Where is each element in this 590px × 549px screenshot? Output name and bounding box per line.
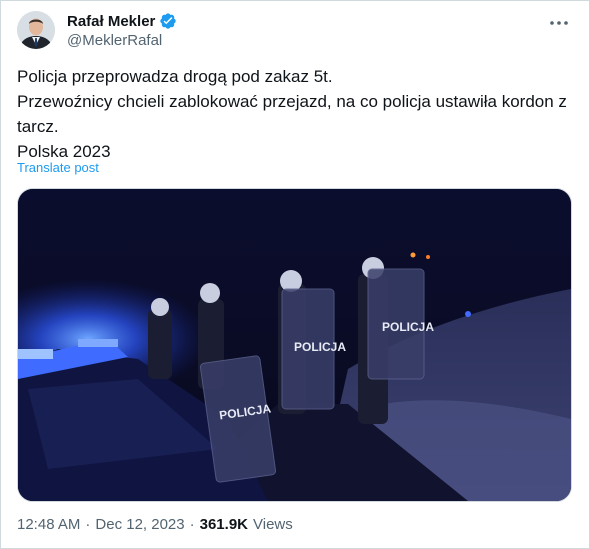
verified-badge-icon[interactable]: [159, 12, 177, 30]
shield-label: POLICJA: [294, 340, 346, 354]
views-label: Views: [253, 516, 293, 533]
avatar-image: [17, 11, 55, 49]
translate-post-link[interactable]: Translate post: [17, 160, 99, 175]
post-text: Policja przeprowadza drogą pod zakaz 5t.…: [17, 64, 573, 164]
more-options-icon[interactable]: [545, 9, 573, 37]
author-name[interactable]: Rafał Mekler: [67, 13, 155, 30]
post-media-image[interactable]: POLICJA POLICJA POLICJA: [17, 188, 572, 502]
tweet-card: Rafał Mekler @MeklerRafal Policja przepr…: [0, 0, 590, 549]
author-name-row[interactable]: Rafał Mekler: [67, 11, 177, 31]
post-time[interactable]: 12:48 AM: [17, 516, 80, 533]
shield-label: POLICJA: [382, 320, 434, 334]
author-handle[interactable]: @MeklerRafal: [67, 32, 162, 49]
meta-separator: ·: [85, 516, 91, 533]
avatar[interactable]: [17, 11, 55, 49]
post-text-line: Policja przeprowadza drogą pod zakaz 5t.: [17, 67, 333, 86]
post-text-line: Przewoźnicy chcieli zablokować przejazd,…: [17, 92, 567, 111]
night-police-cordon-photo: POLICJA POLICJA POLICJA: [18, 189, 571, 501]
post-text-line: Polska 2023: [17, 142, 111, 161]
post-meta: 12:48 AM · Dec 12, 2023 · 361.9K Views: [17, 516, 293, 533]
meta-separator: ·: [189, 516, 195, 533]
post-date[interactable]: Dec 12, 2023: [95, 516, 184, 533]
post-text-line: tarcz.: [17, 117, 59, 136]
views-count: 361.9K: [199, 516, 248, 533]
